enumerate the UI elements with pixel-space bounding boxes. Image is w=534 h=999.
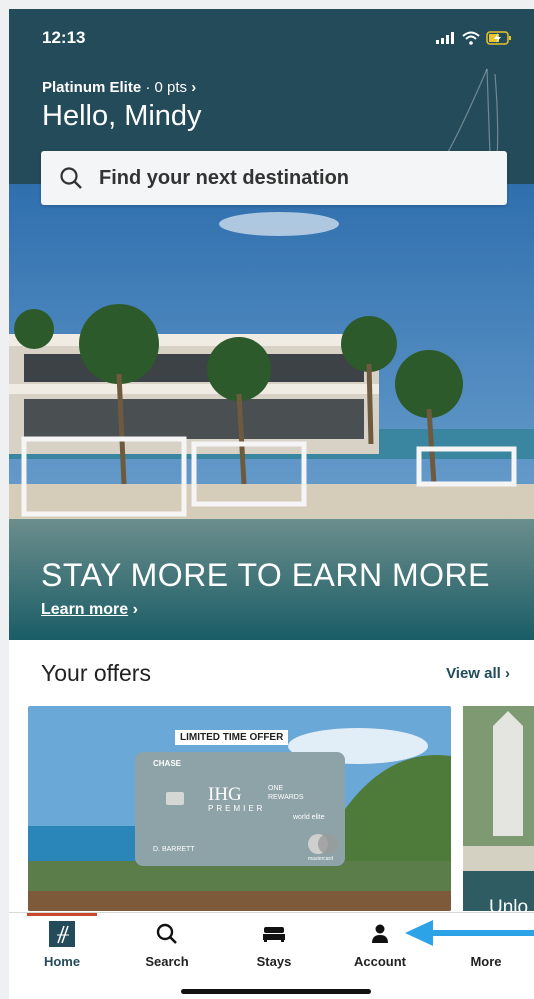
status-bar: 12:13 (42, 27, 512, 49)
limited-offer-badge: LIMITED TIME OFFER (175, 730, 289, 745)
card-world-elite: world elite (293, 814, 325, 821)
offer-card-second[interactable] (463, 706, 534, 911)
bed-icon (263, 927, 285, 942)
offer-card-second-image (463, 706, 534, 911)
offers-heading: Your offers (41, 660, 151, 686)
tab-home-label: Home (43, 954, 81, 969)
search-placeholder: Find your next destination (99, 166, 350, 189)
card-program-line1: ONE (268, 785, 284, 792)
wifi-icon (462, 31, 480, 45)
offer-card-chase-ihg[interactable]: LIMITED TIME OFFER CHASE IHG ONE REWARDS … (28, 706, 451, 911)
active-tab-indicator (27, 913, 97, 916)
tab-more-label: More (470, 954, 502, 969)
search-icon (156, 923, 177, 944)
learn-more-chevron-icon: › (132, 601, 138, 618)
destination-search-input[interactable]: Find your next destination (41, 151, 507, 205)
card-program-line2: REWARDS (268, 794, 304, 801)
ihg-home-icon (49, 921, 75, 947)
annotation-arrow-icon (405, 920, 534, 946)
learn-more-label: Learn more (41, 601, 129, 618)
greeting: Hello, Mindy (42, 100, 202, 132)
tab-stays[interactable]: Stays (234, 921, 314, 969)
learn-more-link[interactable]: Learn more › (41, 601, 138, 619)
view-all-chevron-icon: › (505, 665, 510, 682)
tier-chevron-icon: › (191, 79, 197, 96)
tab-stays-label: Stays (256, 954, 292, 969)
tier-name: Platinum Elite (42, 79, 142, 96)
app-screen: 12:13 Platinum Elite · 0 pts › Hello, Mi… (9, 9, 534, 999)
search-icon (60, 167, 82, 189)
points-balance: · 0 pts (145, 79, 188, 96)
view-all-label: View all (446, 665, 501, 682)
home-indicator-bar (181, 989, 371, 994)
tab-account-label: Account (354, 954, 406, 969)
view-all-offers-link[interactable]: View all › (446, 665, 510, 682)
card-brand: IHG (208, 784, 242, 805)
tab-search[interactable]: Search (127, 921, 207, 969)
battery-charging-icon (486, 31, 511, 45)
signal-icon (436, 32, 454, 44)
card-tier: PREMIER (208, 804, 266, 813)
status-time: 12:13 (42, 28, 86, 47)
card-network: mastercard (308, 856, 334, 862)
tab-home[interactable]: Home (22, 921, 102, 969)
hero-title: STAY MORE TO EARN MORE (41, 557, 490, 593)
card-bank: CHASE (153, 759, 182, 768)
card-program: ONE REWARDS (268, 784, 304, 802)
person-icon (372, 924, 388, 943)
member-tier[interactable]: Platinum Elite · 0 pts › (42, 79, 196, 96)
tab-search-label: Search (145, 954, 189, 969)
card-holder: D. BARRETT (153, 846, 195, 853)
